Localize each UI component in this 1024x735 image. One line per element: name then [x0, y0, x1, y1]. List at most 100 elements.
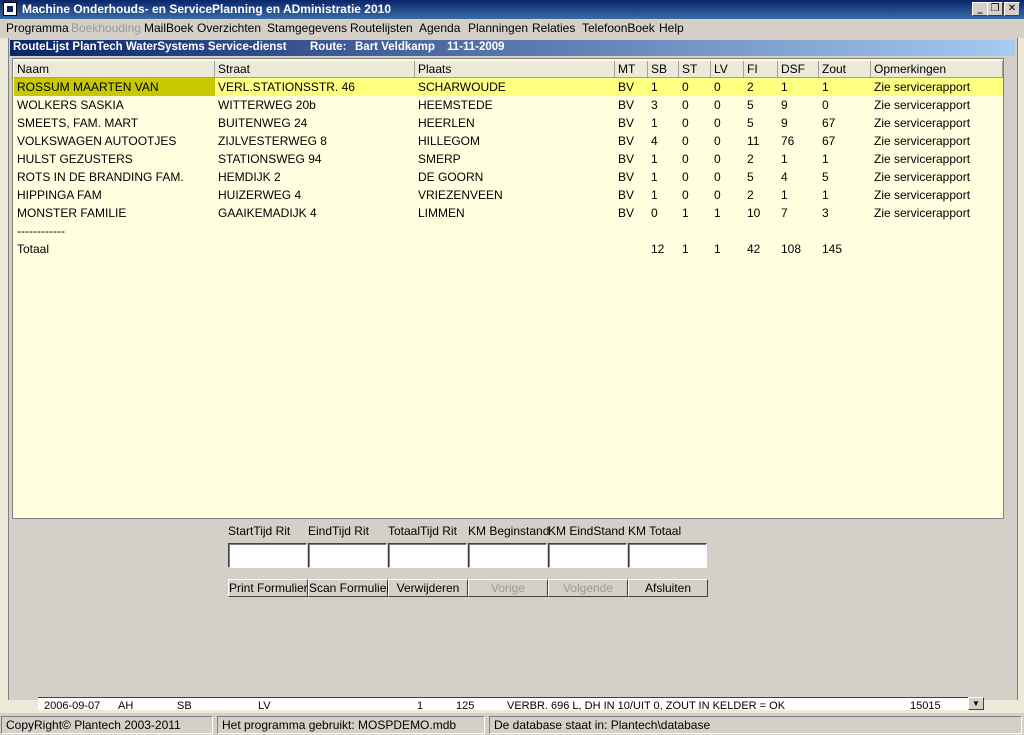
cell-dsf: 9: [781, 116, 788, 130]
column-header-naam[interactable]: Naam: [14, 61, 215, 78]
cell-mt: BV: [618, 152, 635, 166]
cell-zout: [819, 222, 871, 240]
table-row[interactable]: VOLKSWAGEN AUTOOTJES ZIJLVESTERWEG 8 HILLE…: [13, 132, 1003, 150]
table-row[interactable]: HULST GEZUSTERS STATIONSWEG 94 SMERP BV 1 0 0 2…: [13, 150, 1003, 168]
column-header-plaats[interactable]: Plaats: [415, 61, 615, 78]
column-header-opmerkingen[interactable]: Opmerkingen: [871, 61, 1003, 78]
cell-st: 1: [682, 242, 689, 256]
cell-dsf: 76: [781, 134, 795, 148]
menu-relaties[interactable]: Relaties: [532, 21, 575, 35]
label-km-eindstand: KM EindStand: [548, 524, 625, 538]
cell-zout: 67: [822, 134, 836, 148]
table-row[interactable]: ------------: [13, 222, 1003, 240]
column-header-mt[interactable]: MT: [615, 61, 648, 78]
cell-sb: 1: [651, 80, 658, 94]
menu-overzichten[interactable]: Overzichten: [197, 21, 261, 35]
print-formulier-button[interactable]: Print Formulier: [228, 579, 308, 597]
cell-naam: MONSTER FAMILIE: [17, 206, 127, 220]
cell-st: 0: [682, 188, 689, 202]
table-row[interactable]: Totaal 12 1 1 42 108 145: [13, 240, 1003, 258]
cell-straat: ZIJLVESTERWEG 8: [218, 134, 327, 148]
label-km-beginstand: KM Beginstand: [468, 524, 550, 538]
cell-st: 0: [682, 134, 689, 148]
km-beginstand-input[interactable]: [468, 543, 547, 568]
menu-agenda[interactable]: Agenda: [419, 21, 460, 35]
menu-stamgegevens[interactable]: Stamgegevens: [267, 21, 347, 35]
column-header-st[interactable]: ST: [679, 61, 711, 78]
label-totaaltijd-rit: TotaalTijd Rit: [388, 524, 457, 538]
column-header-fi[interactable]: FI: [744, 61, 778, 78]
cell-lv: 0: [714, 116, 721, 130]
verwijderen-button[interactable]: Verwijderen: [388, 579, 468, 597]
status-copyright: CopyRight© Plantech 2003-2011: [1, 716, 213, 734]
table-row[interactable]: HIPPINGA FAM HUIZERWEG 4 VRIEZENVEEN BV 1 0 0 2…: [13, 186, 1003, 204]
cell-plaats: VRIEZENVEEN: [418, 188, 503, 202]
cell-lv: 0: [714, 98, 721, 112]
column-header-zout[interactable]: Zout: [819, 61, 871, 78]
table-row[interactable]: ROTS IN DE BRANDING FAM. HEMDIJK 2 DE GOOR…: [13, 168, 1003, 186]
cell-dsf: 1: [781, 80, 788, 94]
cell-dsf: 108: [781, 242, 802, 256]
history-lv: LV: [258, 700, 271, 710]
close-button[interactable]: ✕: [1004, 2, 1020, 16]
menu-planningen[interactable]: Planningen: [468, 21, 528, 35]
cell-plaats: LIMMEN: [418, 206, 465, 220]
menu-help[interactable]: Help: [659, 21, 684, 35]
table-row[interactable]: ROSSUM MAARTEN VAN VERL.STATIONSSTR. 46 SC…: [13, 78, 1003, 96]
km-totaal-input[interactable]: [628, 543, 707, 568]
cell-mt: BV: [618, 188, 635, 202]
column-header-sb[interactable]: SB: [648, 61, 679, 78]
cell-opmerkingen: Zie servicerapport: [874, 188, 971, 202]
km-eindstand-input[interactable]: [548, 543, 627, 568]
menu-telefoonboek[interactable]: TelefoonBoek: [582, 21, 655, 35]
cell-st: 0: [682, 116, 689, 130]
cell-st: 1: [682, 206, 689, 220]
history-date: 2006-09-07: [44, 700, 101, 710]
cell-straat: [215, 222, 415, 240]
cell-mt: [615, 222, 648, 240]
menu-routelijsten[interactable]: Routelijsten: [350, 21, 413, 35]
minimize-button[interactable]: _: [972, 2, 988, 16]
column-header-dsf[interactable]: DSF: [778, 61, 819, 78]
maximize-button[interactable]: ❐: [987, 2, 1003, 16]
cell-zout: 1: [822, 80, 829, 94]
menu-programma[interactable]: Programma: [6, 21, 69, 35]
cell-straat: WITTERWEG 20b: [218, 98, 316, 112]
cell-straat: HEMDIJK 2: [218, 170, 281, 184]
cell-naam: ROSSUM MAARTEN VAN: [14, 78, 215, 96]
cell-fi: 2: [747, 188, 754, 202]
cell-st: 0: [682, 170, 689, 184]
cell-mt: BV: [618, 116, 635, 130]
menu-mailboek[interactable]: MailBoek: [144, 21, 193, 35]
cell-fi: 10: [747, 206, 761, 220]
cell-fi: [744, 222, 778, 240]
afsluiten-button[interactable]: Afsluiten: [628, 579, 708, 597]
starttijd-rit-input[interactable]: [228, 543, 307, 568]
cell-fi: 5: [747, 116, 754, 130]
table-row[interactable]: MONSTER FAMILIE GAAIKEMADIJK 4 LIMMEN BV 0 1 1…: [13, 204, 1003, 222]
cell-sb: [648, 222, 679, 240]
history-amount: 125: [456, 700, 475, 710]
route-date: 11-11-2009: [447, 41, 505, 53]
cell-opmerkingen: Zie servicerapport: [874, 80, 971, 94]
cell-opmerkingen: Zie servicerapport: [874, 134, 971, 148]
cell-straat: VERL.STATIONSSTR. 46: [218, 80, 355, 94]
totaaltijd-rit-input[interactable]: [388, 543, 467, 568]
cell-sb: 1: [651, 152, 658, 166]
history-number: 15015: [910, 700, 941, 710]
table-row[interactable]: WOLKERS SASKIA WITTERWEG 20b HEEMSTEDE BV 3 0…: [13, 96, 1003, 114]
column-header-lv[interactable]: LV: [711, 61, 744, 78]
cell-opmerkingen: [871, 222, 1003, 240]
cell-opmerkingen: Zie servicerapport: [874, 206, 971, 220]
cell-fi: 2: [747, 80, 754, 94]
cell-dsf: 1: [781, 188, 788, 202]
eindtijd-rit-input[interactable]: [308, 543, 387, 568]
app-icon[interactable]: [3, 2, 17, 16]
table-row[interactable]: SMEETS, FAM. MART BUITENWEG 24 HEERLEN BV 1 0…: [13, 114, 1003, 132]
cell-sb: 1: [651, 170, 658, 184]
cell-opmerkingen: [871, 240, 1003, 258]
column-header-straat[interactable]: Straat: [215, 61, 415, 78]
scan-formulier-button[interactable]: Scan Formulier: [308, 579, 390, 597]
dropdown-arrow-icon[interactable]: ▼: [968, 697, 984, 710]
history-list[interactable]: 2006-09-07 AH SB LV 1 125 VERBR. 696 L, …: [38, 697, 984, 710]
